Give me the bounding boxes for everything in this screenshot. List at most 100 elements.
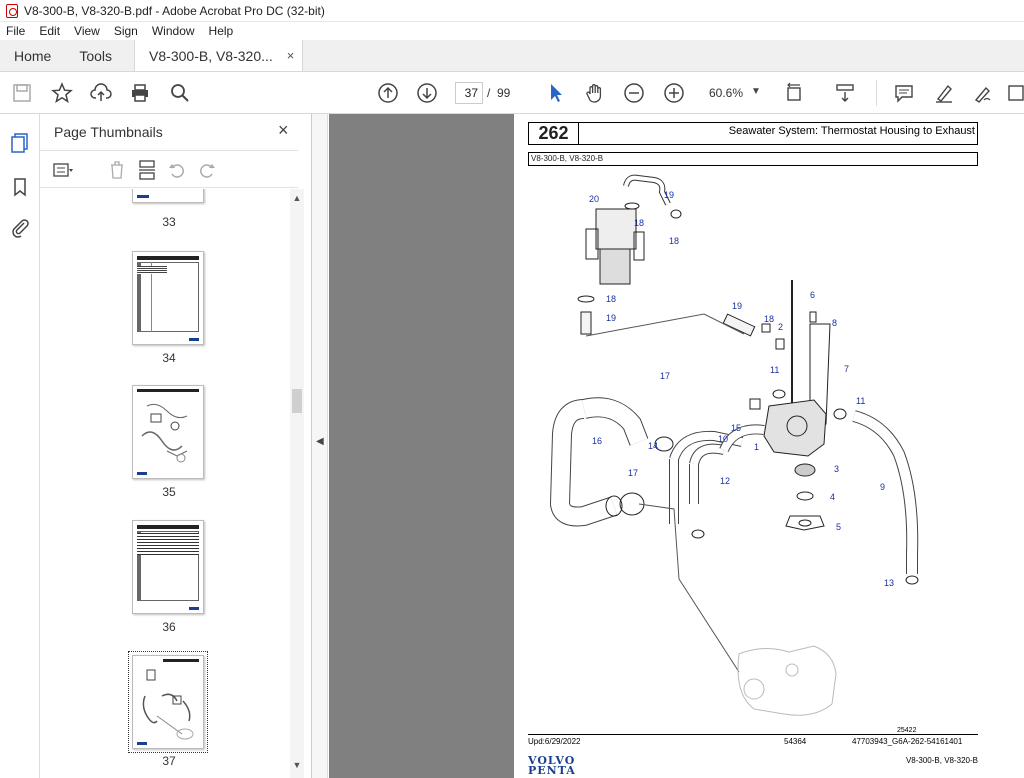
main-toolbar: 37 / 99 60.6% ▼: [0, 72, 1024, 114]
page-total: 99: [497, 86, 511, 100]
menu-bar: File Edit View Sign Window Help: [0, 22, 1024, 40]
menu-sign[interactable]: Sign: [114, 24, 138, 38]
zoom-level-select[interactable]: 60.6%: [709, 86, 743, 100]
callout-label: 11: [856, 396, 865, 406]
model-line: V8-300-B, V8-320-B: [528, 152, 978, 166]
save-icon[interactable]: [10, 81, 34, 105]
callout-label: 19: [606, 313, 616, 323]
volvo-penta-logo: VOLVO PENTA: [528, 755, 576, 777]
menu-file[interactable]: File: [6, 24, 25, 38]
callout-label: 7: [844, 364, 849, 374]
cloud-upload-icon[interactable]: [89, 81, 113, 105]
thumbnail-number: 36: [162, 620, 176, 634]
exploded-parts-diagram: 20 19 18 18 18 19 19 18 2 6 8 7 11 11 17…: [549, 174, 919, 716]
rotate-clockwise-icon[interactable]: [196, 159, 218, 181]
thumbnail-options-icon[interactable]: [52, 159, 74, 181]
select-cursor-icon[interactable]: [544, 81, 568, 105]
window-title: V8-300-B, V8-320-B.pdf - Adobe Acrobat P…: [24, 3, 325, 18]
close-panel-icon[interactable]: ×: [278, 120, 289, 141]
scrollbar-thumb[interactable]: [292, 389, 302, 413]
brand-line2: PENTA: [528, 764, 576, 777]
scroll-up-icon[interactable]: ▲: [290, 193, 304, 207]
draw-sign-icon[interactable]: [971, 81, 995, 105]
panel-title: Page Thumbnails: [54, 124, 163, 140]
print-icon[interactable]: [128, 81, 152, 105]
thumbnails-panel: Page Thumbnails × 33 34 35 36 37 ▲ ▼: [40, 114, 312, 778]
menu-edit[interactable]: Edit: [39, 24, 60, 38]
title-bar: V8-300-B, V8-320-B.pdf - Adobe Acrobat P…: [0, 0, 1024, 22]
scrolling-mode-icon[interactable]: [833, 81, 857, 105]
callout-label: 19: [664, 190, 674, 200]
callout-label: 14: [648, 441, 658, 451]
next-page-icon[interactable]: [415, 81, 439, 105]
callout-label: 13: [884, 578, 894, 588]
callout-label: 18: [634, 218, 644, 228]
footer-rule: [528, 734, 978, 735]
thumbnail-list: 33 34 35 36 37: [40, 189, 298, 778]
previous-page-icon[interactable]: [376, 81, 400, 105]
page-fit-icon[interactable]: [783, 81, 807, 105]
callout-label: 9: [880, 482, 885, 492]
thumbnail-number: 33: [162, 215, 176, 229]
callout-label: 5: [836, 522, 841, 532]
scroll-down-icon[interactable]: ▼: [290, 760, 304, 774]
thumbnail-page[interactable]: [132, 189, 204, 203]
delete-pages-icon[interactable]: [106, 159, 128, 181]
thumbnail-number: 37: [162, 754, 176, 768]
tab-bar: Home Tools V8-300-B, V8-320... ×: [0, 40, 1024, 72]
comment-icon[interactable]: [892, 81, 916, 105]
thumbnail-page-selected[interactable]: [128, 651, 208, 753]
attachments-icon[interactable]: [9, 216, 31, 238]
pdf-page: 262 Seawater System: Thermostat Housing …: [514, 114, 1024, 778]
callout-label: 1: [754, 442, 759, 452]
callout-label: 15: [731, 423, 741, 433]
thumbnail-toolbar: [40, 150, 298, 188]
page-separator: /: [487, 86, 491, 100]
close-tab-icon[interactable]: ×: [287, 48, 295, 63]
menu-view[interactable]: View: [74, 24, 100, 38]
thumbnail-scrollbar[interactable]: ▲ ▼: [290, 189, 304, 778]
insert-pages-icon[interactable]: [136, 159, 158, 181]
zoom-in-icon[interactable]: [662, 81, 686, 105]
thumbnail-page[interactable]: [132, 385, 204, 479]
callout-label: 18: [606, 294, 616, 304]
toolbar-divider: [876, 80, 877, 106]
tab-home[interactable]: Home: [0, 40, 65, 71]
callout-label: 4: [830, 492, 835, 502]
navigation-rail: [0, 114, 40, 778]
zoom-out-icon[interactable]: [622, 81, 646, 105]
menu-help[interactable]: Help: [209, 24, 234, 38]
page-number-input[interactable]: 37: [455, 82, 483, 104]
thumbnail-page[interactable]: [132, 251, 204, 345]
callout-labels: 20 19 18 18 18 19 19 18 2 6 8 7 11 11 17…: [589, 190, 894, 588]
panel-splitter[interactable]: ◀: [312, 114, 328, 778]
tab-document[interactable]: V8-300-B, V8-320... ×: [134, 40, 304, 71]
callout-label: 11: [770, 365, 779, 375]
menu-window[interactable]: Window: [152, 24, 195, 38]
collapse-panel-icon[interactable]: ◀: [316, 436, 324, 447]
callout-label: 12: [720, 476, 730, 486]
section-title: Seawater System: Thermostat Housing to E…: [728, 125, 975, 137]
search-icon[interactable]: [168, 81, 192, 105]
page-thumbnails-icon[interactable]: [9, 132, 31, 154]
zoom-dropdown-icon[interactable]: ▼: [751, 86, 761, 97]
bookmark-star-icon[interactable]: [50, 81, 74, 105]
callout-label: 20: [589, 194, 599, 204]
thumbnail-number: 34: [162, 351, 176, 365]
rotate-counterclockwise-icon[interactable]: [166, 159, 188, 181]
thumbnail-number: 35: [162, 485, 176, 499]
highlight-pen-icon[interactable]: [932, 81, 956, 105]
callout-label: 18: [669, 236, 679, 246]
acrobat-pdf-icon: [6, 3, 18, 18]
bookmarks-icon[interactable]: [9, 176, 31, 198]
section-number: 262: [529, 123, 579, 144]
thumbnail-page[interactable]: [132, 520, 204, 614]
more-tools-icon[interactable]: [1004, 81, 1024, 105]
callout-label: 19: [732, 301, 742, 311]
hand-tool-icon[interactable]: [583, 81, 607, 105]
footer-models: V8-300-B, V8-320-B: [905, 756, 978, 765]
tab-tools[interactable]: Tools: [65, 40, 126, 71]
callout-label: 2: [778, 322, 783, 332]
document-viewer[interactable]: 262 Seawater System: Thermostat Housing …: [329, 114, 1024, 778]
figure-id: 25422: [897, 727, 917, 734]
